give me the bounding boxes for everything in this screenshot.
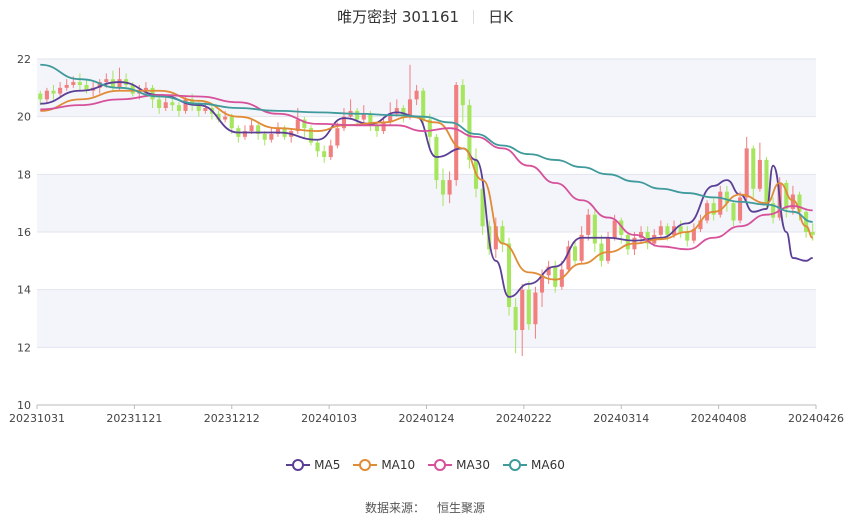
candle-up bbox=[249, 125, 254, 132]
candle-down bbox=[513, 306, 518, 331]
source-label: 数据来源： bbox=[364, 501, 425, 515]
legend-marker-icon bbox=[353, 459, 378, 471]
candle-down bbox=[685, 232, 690, 241]
candle-up bbox=[606, 237, 611, 261]
candle-down bbox=[625, 234, 630, 250]
candle-down bbox=[751, 148, 756, 189]
data-source: 数据来源： 恒生聚源 bbox=[0, 499, 850, 516]
candle-up bbox=[454, 84, 459, 181]
candle-down bbox=[665, 226, 670, 235]
candle-up bbox=[533, 292, 538, 325]
candle-down bbox=[526, 289, 531, 325]
candle-down bbox=[810, 232, 815, 235]
candle-down bbox=[731, 203, 736, 221]
y-tick-label: 20 bbox=[17, 111, 31, 124]
candle-up bbox=[658, 226, 663, 235]
legend-label: MA5 bbox=[314, 458, 341, 472]
x-tick-label: 20240103 bbox=[301, 412, 357, 425]
candle-up bbox=[163, 102, 168, 109]
candle-down bbox=[176, 105, 181, 111]
candle-up bbox=[328, 145, 333, 158]
candle-up bbox=[612, 220, 617, 238]
candle-down bbox=[157, 99, 162, 109]
legend-item-ma30[interactable]: MA30 bbox=[427, 458, 490, 472]
candle-up bbox=[203, 108, 208, 111]
candle-down bbox=[322, 151, 327, 158]
candle-down bbox=[38, 93, 43, 100]
candle-up bbox=[104, 79, 109, 83]
legend-marker-icon bbox=[428, 459, 453, 471]
candle-down bbox=[572, 246, 578, 261]
candle-up bbox=[44, 90, 49, 100]
candle-up bbox=[269, 133, 274, 140]
candle-up bbox=[335, 128, 340, 146]
legend-item-ma5[interactable]: MA5 bbox=[285, 458, 340, 472]
candle-down bbox=[77, 82, 82, 85]
candle-down bbox=[678, 226, 683, 232]
candlestick-chart: 10 12 14 16 18 20 22 20231031 20231121 20231212 20… bbox=[9, 53, 844, 425]
candle-up bbox=[705, 203, 710, 221]
legend-item-ma10[interactable]: MA10 bbox=[352, 458, 415, 472]
x-tick-label: 20231212 bbox=[204, 412, 260, 425]
x-tick-label: 20231121 bbox=[106, 412, 162, 425]
candle-up bbox=[586, 214, 591, 235]
candle-up bbox=[117, 79, 122, 88]
legend-item-ma60[interactable]: MA60 bbox=[502, 458, 565, 472]
candle-up bbox=[223, 116, 228, 120]
x-tick-label: 20240426 bbox=[788, 412, 844, 425]
candle-up bbox=[744, 148, 749, 198]
candle-down bbox=[592, 214, 597, 244]
y-tick-label: 18 bbox=[17, 168, 31, 181]
candle-down bbox=[764, 159, 769, 204]
candle-down bbox=[355, 110, 360, 120]
source-provider: 恒生聚源 bbox=[437, 501, 486, 515]
x-tick-label: 20231031 bbox=[9, 412, 65, 425]
candle-down bbox=[170, 102, 175, 106]
candle-down bbox=[315, 142, 320, 152]
y-tick-label: 16 bbox=[17, 226, 31, 239]
x-tick-label: 20240408 bbox=[691, 412, 747, 425]
y-tick-label: 10 bbox=[17, 399, 31, 412]
legend-label: MA10 bbox=[381, 458, 416, 472]
legend-marker-icon bbox=[286, 459, 311, 471]
candle-down bbox=[460, 84, 465, 106]
candle-down bbox=[229, 116, 234, 129]
x-tick-label: 20240124 bbox=[399, 412, 455, 425]
candle-up bbox=[58, 87, 63, 94]
candle-down bbox=[434, 136, 439, 181]
candle-down bbox=[421, 90, 426, 120]
candle-up bbox=[757, 159, 762, 189]
candle-down bbox=[51, 90, 56, 94]
candle-up bbox=[64, 84, 69, 88]
legend-marker-icon bbox=[503, 459, 528, 471]
y-tick-label: 12 bbox=[17, 341, 31, 354]
candle-down bbox=[553, 266, 558, 287]
y-tick-label: 14 bbox=[17, 284, 31, 297]
legend-label: MA60 bbox=[531, 458, 565, 472]
y-tick-label: 22 bbox=[17, 53, 31, 66]
candle-down bbox=[500, 226, 505, 244]
candle-down bbox=[262, 133, 267, 140]
x-tick-label: 20240222 bbox=[496, 412, 552, 425]
legend: MA5 MA10 MA30 MA60 bbox=[0, 458, 850, 472]
candle-up bbox=[447, 180, 452, 195]
candle-down bbox=[440, 180, 446, 195]
x-tick-label: 20240314 bbox=[593, 412, 649, 425]
candle-up bbox=[407, 99, 413, 117]
candle-up bbox=[381, 122, 386, 132]
candle-up bbox=[520, 289, 525, 331]
grid-band bbox=[37, 289, 816, 348]
candle-up bbox=[71, 82, 76, 85]
candle-down bbox=[711, 203, 716, 215]
candle-up bbox=[414, 90, 419, 100]
legend-label: MA30 bbox=[456, 458, 491, 472]
